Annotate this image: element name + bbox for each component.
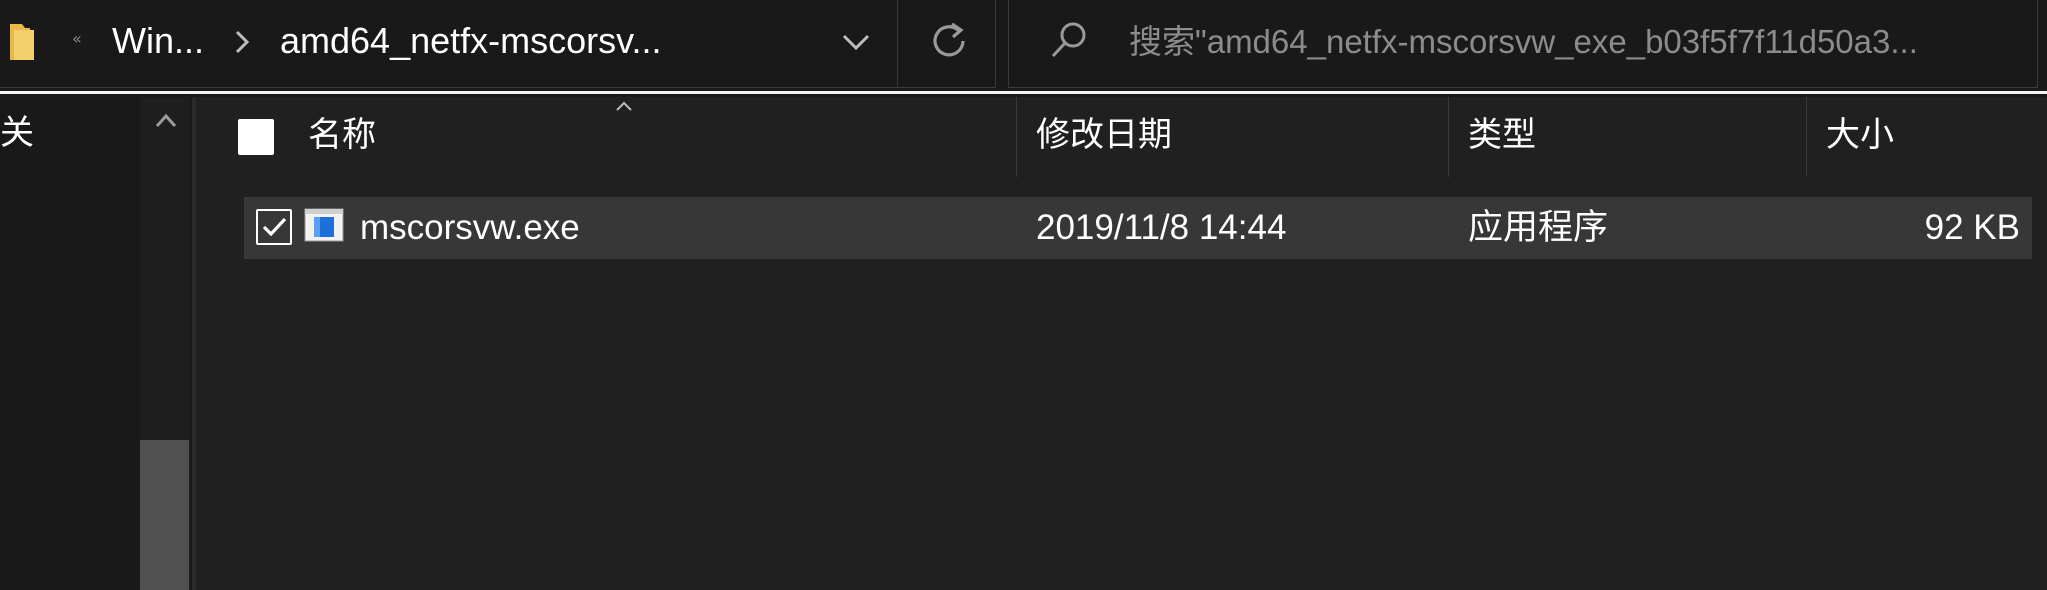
top-bar: « Win... amd64_netfx-mscorsv... 搜索"amd64…: [0, 0, 2047, 94]
nav-item-label[interactable]: 关: [0, 111, 40, 155]
search-icon: [1051, 22, 1086, 58]
search-input[interactable]: 搜索"amd64_netfx-mscorsvw_exe_b03f5f7f11d5…: [1129, 16, 2029, 68]
file-list: 名称 修改日期 类型 大小 mscorsvw.exe 2019/11/8 14:…: [196, 97, 2047, 590]
refresh-icon[interactable]: [926, 18, 972, 64]
folder-icon: [10, 24, 34, 60]
column-header-date-modified[interactable]: 修改日期: [1036, 109, 1172, 161]
column-header-name[interactable]: 名称: [308, 109, 376, 161]
address-divider: [897, 0, 898, 88]
column-header-size[interactable]: 大小: [1826, 109, 1894, 161]
nav-scrollbar-thumb[interactable]: [140, 440, 189, 590]
column-divider[interactable]: [1016, 97, 1017, 177]
column-divider[interactable]: [1806, 97, 1807, 177]
breadcrumb-item-current-folder[interactable]: amd64_netfx-mscorsv...: [280, 16, 661, 66]
column-divider[interactable]: [1448, 97, 1449, 177]
breadcrumb-item-windows[interactable]: Win...: [112, 16, 204, 66]
row-checkbox[interactable]: [256, 209, 292, 245]
file-type: 应用程序: [1468, 208, 1609, 247]
file-name[interactable]: mscorsvw.exe: [360, 201, 580, 255]
application-exe-icon: [304, 208, 344, 242]
file-date-modified: 2019/11/8 14:44: [1036, 208, 1287, 247]
checkmark-icon: [262, 217, 287, 237]
file-size: 92 KB: [1924, 208, 2020, 247]
chevron-down-icon[interactable]: [836, 24, 876, 60]
file-row[interactable]: mscorsvw.exe 2019/11/8 14:44 应用程序 92 KB: [244, 197, 2032, 259]
chevron-up-icon[interactable]: [152, 109, 180, 131]
select-all-checkbox[interactable]: [238, 119, 274, 155]
column-header-row: 名称 修改日期 类型 大小: [196, 97, 2047, 177]
column-header-type[interactable]: 类型: [1468, 109, 1536, 161]
navigation-pane: 关: [0, 97, 192, 590]
search-box[interactable]: 搜索"amd64_netfx-mscorsvw_exe_b03f5f7f11d5…: [1008, 0, 2038, 88]
chevron-right-icon[interactable]: [230, 22, 254, 62]
address-bar[interactable]: « Win... amd64_netfx-mscorsv...: [0, 0, 996, 88]
recent-locations-icon[interactable]: «: [72, 27, 86, 51]
nav-scrollbar[interactable]: [140, 97, 190, 590]
